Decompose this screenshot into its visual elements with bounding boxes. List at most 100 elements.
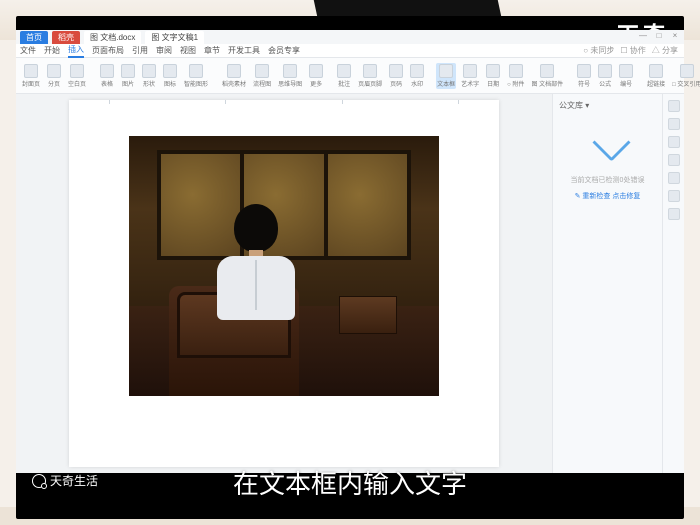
document-page[interactable] (69, 100, 499, 467)
ribbon-icon (100, 64, 114, 78)
ribbon-icon (121, 64, 135, 78)
menu-item[interactable]: 视图 (180, 45, 196, 56)
vt-icon[interactable] (668, 190, 680, 202)
ribbon-button[interactable]: 页码 (387, 64, 405, 88)
ribbon-button[interactable]: □ 交叉引用 (670, 64, 700, 88)
ribbon-button[interactable]: 图标 (161, 64, 179, 88)
ribbon-label: 公式 (599, 79, 611, 88)
ribbon-button[interactable]: 艺术字 (459, 64, 481, 88)
ribbon-icon (363, 64, 377, 78)
ribbon-label: 思维导图 (278, 79, 302, 88)
ribbon-button[interactable]: 日期 (484, 64, 502, 88)
ribbon-icon (283, 64, 297, 78)
ribbon-icon (540, 64, 554, 78)
ribbon-icon (410, 64, 424, 78)
ribbon-icon (389, 64, 403, 78)
ribbon-button[interactable]: 智能图形 (182, 64, 210, 88)
ribbon-icon (337, 64, 351, 78)
menu-item[interactable]: 开发工具 (228, 45, 260, 56)
ribbon-icon (463, 64, 477, 78)
ribbon-button[interactable]: 表格 (98, 64, 116, 88)
ribbon-label: 页码 (390, 79, 402, 88)
menu-item[interactable]: 文件 (20, 45, 36, 56)
menu-right-item[interactable]: ○ 未同步 (583, 45, 614, 56)
ribbon-toolbar: 封面页分页空白页表格图片形状图标智能图形 稻壳素材流程图思维导图更多批注页眉页脚页… (16, 58, 684, 94)
ribbon-button[interactable]: 空白页 (66, 64, 88, 88)
ribbon-icon (509, 64, 523, 78)
ribbon-label: ○ 附件 (507, 79, 524, 88)
ribbon-button[interactable]: 图片 (119, 64, 137, 88)
vt-icon[interactable] (668, 136, 680, 148)
ribbon-button[interactable]: 更多 (307, 64, 325, 88)
ribbon-button[interactable]: 批注 (335, 64, 353, 88)
ribbon-icon (227, 64, 241, 78)
ribbon-icon (680, 64, 694, 78)
ribbon-icon (486, 64, 500, 78)
menu-item[interactable]: 引用 (132, 45, 148, 56)
ribbon-label: 编号 (620, 79, 632, 88)
ribbon-button[interactable]: 页眉页脚 (356, 64, 384, 88)
ribbon-button[interactable]: 分页 (45, 64, 63, 88)
menu-right-item[interactable]: ☐ 协作 (620, 45, 645, 56)
ribbon-icon (439, 64, 453, 78)
vt-icon[interactable] (668, 172, 680, 184)
side-panel-hint: 当前文档已检测0处错误 (559, 175, 656, 185)
menu-item[interactable]: 开始 (44, 45, 60, 56)
ribbon-label: 图标 (164, 79, 176, 88)
ribbon-button[interactable]: 形状 (140, 64, 158, 88)
ribbon-label: 智能图形 (184, 79, 208, 88)
ribbon-label: 超链接 (647, 79, 665, 88)
ribbon-button[interactable]: 思维导图 (276, 64, 304, 88)
ribbon-label: 水印 (411, 79, 423, 88)
menu-item[interactable]: 章节 (204, 45, 220, 56)
inserted-image[interactable] (129, 136, 439, 396)
ribbon-button[interactable]: 超链接 (645, 64, 667, 88)
ribbon-label: 封面页 (22, 79, 40, 88)
menu-item[interactable]: 会员专享 (268, 45, 300, 56)
side-panel-links[interactable]: ✎ 重新检查 点击修复 (559, 191, 656, 201)
ribbon-icon (189, 64, 203, 78)
ribbon-icon (255, 64, 269, 78)
ribbon-button[interactable]: 符号 (575, 64, 593, 88)
vt-icon[interactable] (668, 154, 680, 166)
ribbon-button[interactable]: 封面页 (20, 64, 42, 88)
vt-icon[interactable] (668, 118, 680, 130)
ribbon-label: 批注 (338, 79, 350, 88)
pen-icon (588, 123, 628, 163)
vt-icon[interactable] (668, 100, 680, 112)
ribbon-button[interactable]: 公式 (596, 64, 614, 88)
vertical-toolbar (662, 94, 684, 473)
close-button[interactable]: × (670, 31, 680, 40)
ribbon-button[interactable]: ○ 附件 (505, 64, 526, 88)
ribbon-button[interactable]: 水印 (408, 64, 426, 88)
vt-icon[interactable] (668, 208, 680, 220)
ribbon-label: 符号 (578, 79, 590, 88)
ribbon-icon (619, 64, 633, 78)
ribbon-label: 分页 (48, 79, 60, 88)
document-tab[interactable]: 稻壳 (52, 31, 80, 44)
menu-bar: 文件开始插入页面布局引用审阅视图章节开发工具会员专享 ○ 未同步 ☐ 协作 △ 分享 (16, 44, 684, 58)
ribbon-button[interactable]: 图 文档部件 (529, 64, 565, 88)
ribbon-button[interactable]: 文本框 (436, 63, 456, 89)
ribbon-icon (70, 64, 84, 78)
ribbon-label: 图 文档部件 (531, 79, 563, 88)
document-tab[interactable]: 图 文字文稿1 (145, 31, 204, 44)
ribbon-button[interactable]: 稻壳素材 (220, 64, 248, 88)
side-panel-header[interactable]: 公文库 ▾ (559, 100, 656, 111)
document-tab[interactable]: 首页 (20, 31, 48, 44)
ribbon-button[interactable]: 流程图 (251, 64, 273, 88)
ribbon-label: 表格 (101, 79, 113, 88)
menu-item[interactable]: 插入 (68, 44, 84, 58)
maximize-button[interactable]: □ (654, 31, 664, 40)
menu-item[interactable]: 页面布局 (92, 45, 124, 56)
ribbon-button[interactable]: 编号 (617, 64, 635, 88)
video-subtitle: 在文本框内输入文字 (16, 464, 684, 501)
window-controls[interactable]: — □ × (638, 31, 680, 40)
video-frame: 天奇· — □ × 首页稻壳图 文档.docx图 文字文稿1 文件开始插入页面布… (16, 16, 684, 519)
menu-item[interactable]: 审阅 (156, 45, 172, 56)
ribbon-icon (24, 64, 38, 78)
menu-right-item[interactable]: △ 分享 (652, 45, 678, 56)
minimize-button[interactable]: — (638, 31, 648, 40)
document-tab[interactable]: 图 文档.docx (84, 31, 141, 44)
wps-window: — □ × 首页稻壳图 文档.docx 图 文字文稿1 文件开始插入页面布局引用审… (16, 30, 684, 473)
